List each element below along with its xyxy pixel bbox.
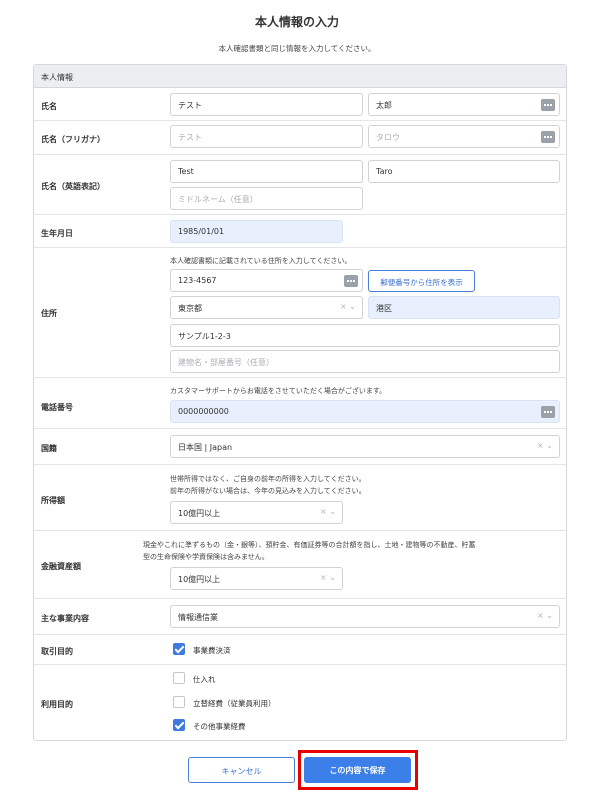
building-input[interactable]: 建物名・部屋番号（任意） bbox=[170, 350, 560, 373]
row-nationality: 国籍 日本国 | Japan × ⌄ bbox=[34, 429, 566, 465]
assets-label: 金融資産額 bbox=[41, 562, 81, 571]
first-kana-value: タロウ bbox=[376, 133, 400, 142]
row-transaction-purpose: 取引目的 事業費決済 bbox=[34, 635, 566, 665]
section-header: 本人情報 bbox=[34, 65, 566, 88]
business-select[interactable]: 情報通信業 × ⌄ bbox=[170, 605, 560, 628]
nationality-value: 日本国 | Japan bbox=[178, 443, 233, 452]
select-controls-icon[interactable]: × ⌄ bbox=[537, 611, 553, 620]
business-label: 主な事業内容 bbox=[41, 614, 89, 623]
prefecture-select[interactable]: 東京都 × ⌄ bbox=[170, 296, 363, 319]
income-select[interactable]: 10億円以上 × ⌄ bbox=[170, 501, 343, 524]
usage-option-label: その他事業経費 bbox=[193, 722, 246, 731]
row-usage-purpose: 利用目的 仕入れ 立替経費（従業員利用） その他事業経費 bbox=[34, 665, 566, 741]
name-label: 氏名 bbox=[41, 102, 57, 111]
usage-purpose-label: 利用目的 bbox=[41, 700, 73, 709]
usage-checkbox[interactable] bbox=[173, 672, 185, 684]
prefecture-value: 東京都 bbox=[178, 304, 202, 313]
postal-code-value: 123-4567 bbox=[178, 276, 217, 285]
english-name-label: 氏名（英語表記） bbox=[41, 182, 105, 191]
usage-checkbox[interactable] bbox=[173, 719, 185, 731]
middle-name-input[interactable]: ミドルネーム（任意） bbox=[170, 187, 363, 210]
cancel-button[interactable]: キャンセル bbox=[188, 757, 295, 783]
last-kana-input[interactable]: テスト bbox=[170, 125, 363, 148]
phone-value: 0000000000 bbox=[178, 407, 229, 416]
birthdate-label: 生年月日 bbox=[41, 229, 73, 238]
english-last-input[interactable]: Taro bbox=[368, 160, 560, 183]
assets-note-1: 現金やこれに準ずるもの（金・銀等）、預貯金、有価証券等の合計額を指し、土地・建物… bbox=[143, 541, 476, 549]
save-button[interactable]: この内容で保存 bbox=[304, 757, 411, 783]
row-english-name: 氏名（英語表記） Test Taro ミドルネーム（任意） bbox=[34, 155, 566, 215]
assets-select[interactable]: 10億円以上 × ⌄ bbox=[170, 567, 343, 590]
select-controls-icon[interactable]: × ⌄ bbox=[340, 302, 356, 311]
keyboard-icon[interactable] bbox=[344, 275, 358, 287]
purpose-option-label: 事業費決済 bbox=[193, 646, 231, 655]
kana-label: 氏名（フリガナ） bbox=[41, 135, 105, 144]
income-note-1: 世帯所得ではなく、ご自身の前年の所得を入力してください。 bbox=[170, 475, 366, 483]
first-name-input[interactable]: 太郎 bbox=[368, 93, 560, 116]
postal-lookup-button[interactable]: 郵便番号から住所を表示 bbox=[368, 270, 475, 292]
page-subtitle: 本人確認書類と同じ情報を入力してください。 bbox=[218, 44, 376, 53]
assets-note-2: 型の生命保険や学資保険は含みません。 bbox=[143, 553, 269, 561]
row-phone: 電話番号 カスタマーサポートからお電話をさせていただく場合がございます。 000… bbox=[34, 378, 566, 429]
row-assets: 金融資産額 現金やこれに準ずるもの（金・銀等）、預貯金、有価証券等の合計額を指し… bbox=[34, 531, 566, 599]
row-address: 住所 本人確認書類に記載されている住所を入力してください。 123-4567 郵… bbox=[34, 248, 566, 378]
postal-code-input[interactable]: 123-4567 bbox=[170, 269, 363, 292]
keyboard-icon[interactable] bbox=[541, 131, 555, 143]
usage-checkbox[interactable] bbox=[173, 696, 185, 708]
row-kana: 氏名（フリガナ） テスト タロウ bbox=[34, 121, 566, 155]
keyboard-icon[interactable] bbox=[541, 406, 555, 418]
row-business: 主な事業内容 情報通信業 × ⌄ bbox=[34, 599, 566, 635]
birthdate-input[interactable]: 1985/01/01 bbox=[170, 220, 343, 243]
keyboard-icon[interactable] bbox=[541, 99, 555, 111]
nationality-select[interactable]: 日本国 | Japan × ⌄ bbox=[170, 435, 560, 458]
purpose-checkbox[interactable] bbox=[173, 643, 185, 655]
select-controls-icon[interactable]: × ⌄ bbox=[320, 573, 336, 582]
phone-input[interactable]: 0000000000 bbox=[170, 400, 560, 423]
nationality-label: 国籍 bbox=[41, 444, 57, 453]
usage-option-label: 立替経費（従業員利用） bbox=[193, 699, 276, 708]
transaction-purpose-label: 取引目的 bbox=[41, 647, 73, 656]
last-name-input[interactable]: テスト bbox=[170, 93, 363, 116]
income-label: 所得額 bbox=[41, 496, 65, 505]
select-controls-icon[interactable]: × ⌄ bbox=[320, 507, 336, 516]
first-kana-input[interactable]: タロウ bbox=[368, 125, 560, 148]
address-label: 住所 bbox=[41, 309, 57, 318]
income-note-2: 前年の所得がない場合は、今年の見込みを入力してください。 bbox=[170, 487, 366, 495]
assets-value: 10億円以上 bbox=[178, 575, 221, 584]
select-controls-icon[interactable]: × ⌄ bbox=[537, 441, 553, 450]
english-first-input[interactable]: Test bbox=[170, 160, 363, 183]
row-birthdate: 生年月日 1985/01/01 bbox=[34, 215, 566, 248]
phone-label: 電話番号 bbox=[41, 403, 73, 412]
row-income: 所得額 世帯所得ではなく、ご自身の前年の所得を入力してください。 前年の所得がな… bbox=[34, 465, 566, 531]
page-title: 本人情報の入力 bbox=[254, 15, 339, 29]
city-input[interactable]: 港区 bbox=[368, 296, 560, 319]
phone-note: カスタマーサポートからお電話をさせていただく場合がございます。 bbox=[170, 387, 387, 395]
street-input[interactable]: サンプル1-2-3 bbox=[170, 324, 560, 347]
row-name: 氏名 テスト 太郎 bbox=[34, 88, 566, 121]
first-name-value: 太郎 bbox=[376, 101, 392, 110]
income-value: 10億円以上 bbox=[178, 509, 221, 518]
personal-info-form: 本人情報 氏名 テスト 太郎 氏名（フリガナ） テスト タロウ 氏名（英語表記）… bbox=[33, 64, 567, 741]
address-note: 本人確認書類に記載されている住所を入力してください。 bbox=[170, 257, 352, 265]
business-value: 情報通信業 bbox=[178, 613, 218, 622]
usage-option-label: 仕入れ bbox=[193, 675, 216, 684]
